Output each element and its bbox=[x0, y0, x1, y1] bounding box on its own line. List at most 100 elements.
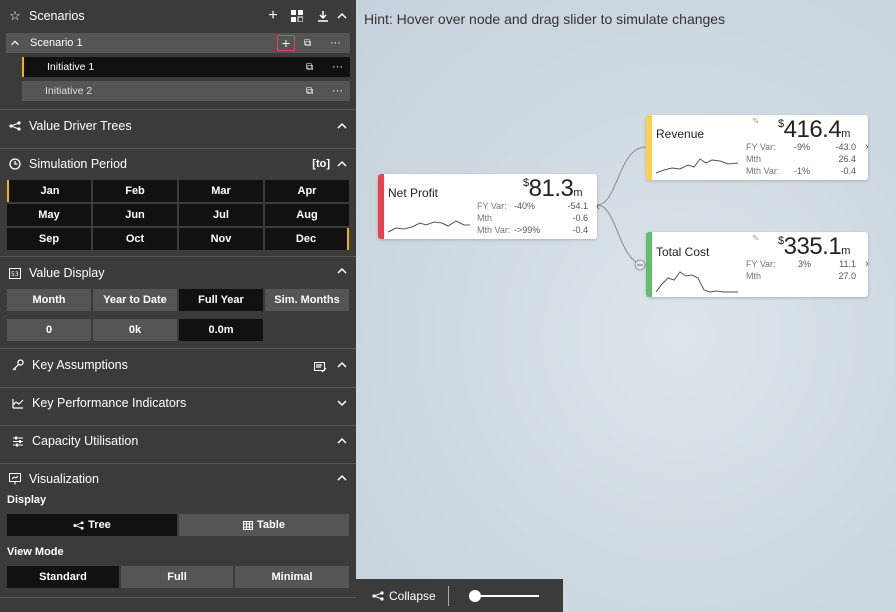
row-label: Mth Var: bbox=[746, 166, 780, 176]
month-button[interactable]: Jul bbox=[179, 204, 263, 226]
sparkline bbox=[387, 220, 470, 233]
chevron-up-icon[interactable] bbox=[333, 469, 351, 487]
node-net-profit[interactable]: Net Profit $81.3m FY Var: -40% -54.1 Mth… bbox=[378, 174, 600, 239]
row-label: Mth bbox=[477, 213, 493, 223]
chevron-up-icon[interactable] bbox=[333, 356, 351, 374]
mode-ytd-button[interactable]: Year to Date bbox=[93, 289, 177, 311]
format-0k-button[interactable]: 0k bbox=[93, 319, 177, 341]
key-assumptions-header[interactable]: Key Assumptions bbox=[0, 352, 356, 378]
row-label: FY Var: bbox=[746, 259, 776, 269]
view-minimal-button[interactable]: Minimal bbox=[235, 566, 349, 588]
simulation-period-title: Simulation Period bbox=[29, 157, 127, 171]
add-scenario-icon[interactable]: + bbox=[264, 7, 282, 25]
collapse-button[interactable]: Collapse bbox=[389, 589, 436, 603]
value-display-section: 53 Value Display Month Year to Date Full… bbox=[0, 259, 356, 349]
grid-add-icon[interactable] bbox=[288, 7, 306, 25]
kpi-header[interactable]: Key Performance Indicators bbox=[0, 390, 356, 416]
scenario-row[interactable]: Scenario 1 + ⧉ ··· bbox=[6, 33, 350, 53]
capacity-title: Capacity Utilisation bbox=[32, 434, 139, 448]
chevron-down-icon[interactable] bbox=[333, 394, 351, 412]
node-name: Total Cost bbox=[656, 245, 710, 259]
view-standard-button[interactable]: Standard bbox=[7, 566, 119, 588]
add-initiative-button[interactable]: + bbox=[277, 35, 295, 51]
value-number: 335.1 bbox=[783, 233, 842, 260]
month-button[interactable]: May bbox=[7, 204, 91, 226]
mode-sim-months-button[interactable]: Sim. Months bbox=[265, 289, 349, 311]
month-button[interactable]: Nov bbox=[179, 228, 263, 250]
chevron-up-icon[interactable] bbox=[333, 155, 351, 173]
row-val: 11.1 bbox=[839, 259, 856, 269]
chevron-up-icon[interactable] bbox=[333, 432, 351, 450]
initiative-label: Initiative 1 bbox=[47, 61, 95, 73]
mode-full-year-button[interactable]: Full Year bbox=[179, 289, 263, 311]
month-button[interactable]: Dec bbox=[265, 228, 349, 250]
currency-symbol: $ bbox=[523, 177, 529, 189]
display-tree-button[interactable]: Tree bbox=[7, 514, 177, 536]
row-pct: -1% bbox=[794, 166, 811, 176]
row-val: 26.4 bbox=[838, 154, 856, 164]
tree-canvas[interactable]: Hint: Hover over node and drag slider to… bbox=[356, 0, 895, 612]
month-button[interactable]: Aug bbox=[265, 204, 349, 226]
kpi-title: Key Performance Indicators bbox=[32, 396, 187, 410]
visualization-header[interactable]: Visualization bbox=[0, 466, 356, 492]
view-full-button[interactable]: Full bbox=[121, 566, 233, 588]
initiative-row[interactable]: Initiative 2 ⧉ ··· bbox=[22, 81, 350, 101]
copy-icon[interactable]: ⧉ bbox=[304, 38, 318, 49]
simulation-period-header[interactable]: Simulation Period [to] bbox=[0, 151, 356, 177]
value-display-header[interactable]: 53 Value Display bbox=[0, 260, 356, 286]
node-revenue[interactable]: Revenue ✎ $416.4m FY Var: -9% -43.0 Mth … bbox=[646, 115, 869, 180]
month-button[interactable]: Sep bbox=[7, 228, 91, 250]
key-icon bbox=[10, 359, 26, 371]
display-table-button[interactable]: Table bbox=[179, 514, 349, 536]
chevron-right-icon[interactable]: › bbox=[862, 140, 872, 154]
value-driver-trees-header[interactable]: Value Driver Trees bbox=[0, 113, 356, 139]
more-icon[interactable]: ··· bbox=[332, 85, 346, 97]
pencil-icon[interactable]: ✎ bbox=[752, 116, 760, 127]
node-name: Net Profit bbox=[388, 186, 439, 200]
more-icon[interactable]: ··· bbox=[332, 61, 346, 73]
month-button[interactable]: Mar bbox=[179, 180, 263, 202]
zoom-slider[interactable] bbox=[468, 589, 539, 603]
sliders-icon bbox=[10, 436, 26, 447]
currency-symbol: $ bbox=[778, 118, 784, 130]
value-driver-trees-title: Value Driver Trees bbox=[29, 119, 132, 133]
chevron-up-icon[interactable] bbox=[10, 38, 26, 48]
chevron-up-icon[interactable] bbox=[333, 262, 351, 280]
month-button[interactable]: Oct bbox=[93, 228, 177, 250]
tree-connectors bbox=[596, 146, 647, 271]
row-pct: ->99% bbox=[514, 225, 541, 235]
row-label: FY Var: bbox=[477, 201, 507, 211]
node-color-bar bbox=[646, 232, 652, 297]
chevron-right-icon[interactable]: › bbox=[862, 257, 872, 271]
capacity-header[interactable]: Capacity Utilisation bbox=[0, 428, 356, 454]
tree-icon bbox=[7, 121, 23, 131]
month-button[interactable]: Jun bbox=[93, 204, 177, 226]
collapse-tree-icon[interactable] bbox=[372, 590, 384, 601]
node-total-cost[interactable]: Total Cost ✎ $335.1m FY Var: 3% 11.1 Mth… bbox=[646, 232, 869, 297]
pencil-icon[interactable]: ✎ bbox=[752, 233, 760, 244]
month-button[interactable]: Apr bbox=[265, 180, 349, 202]
chevron-up-icon[interactable] bbox=[333, 7, 351, 25]
chevron-left-icon[interactable]: ‹ bbox=[593, 200, 603, 214]
copy-icon[interactable]: ⧉ bbox=[306, 86, 320, 97]
month-button[interactable]: Jan bbox=[7, 180, 91, 202]
key-assumptions-title: Key Assumptions bbox=[32, 358, 128, 372]
svg-text:53: 53 bbox=[11, 271, 19, 278]
edit-list-icon[interactable] bbox=[311, 358, 329, 376]
node-value: $81.3m bbox=[523, 175, 582, 203]
chevron-up-icon[interactable] bbox=[333, 117, 351, 135]
download-icon[interactable] bbox=[314, 7, 332, 25]
table-icon bbox=[243, 520, 254, 530]
copy-icon[interactable]: ⧉ bbox=[306, 62, 320, 73]
slider-handle[interactable] bbox=[468, 589, 481, 602]
month-button[interactable]: Feb bbox=[93, 180, 177, 202]
display-tree-label: Tree bbox=[88, 519, 111, 531]
mode-month-button[interactable]: Month bbox=[7, 289, 91, 311]
more-icon[interactable]: ··· bbox=[330, 37, 344, 49]
sparkline bbox=[655, 158, 739, 174]
sidebar: ☆ Scenarios + Scenario 1 + ⧉ ··· Initiat… bbox=[0, 0, 356, 612]
scenarios-title: Scenarios bbox=[29, 9, 85, 23]
format-0-0m-button[interactable]: 0.0m bbox=[179, 319, 263, 341]
format-0-button[interactable]: 0 bbox=[7, 319, 91, 341]
initiative-row[interactable]: Initiative 1 ⧉ ··· bbox=[22, 57, 350, 77]
